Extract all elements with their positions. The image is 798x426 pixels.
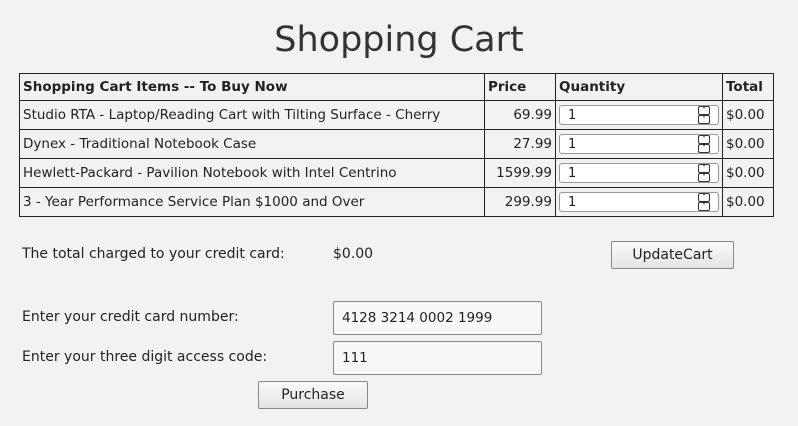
item-total: $0.00 xyxy=(722,158,774,188)
quantity-value[interactable]: 1 xyxy=(560,195,718,210)
item-total: $0.00 xyxy=(722,129,774,159)
access-code-label: Enter your three digit access code: xyxy=(22,349,268,365)
total-charged-label: The total charged to your credit card: xyxy=(22,246,285,262)
spin-buttons: ˄ ˅ xyxy=(698,193,710,211)
quantity-value[interactable]: 1 xyxy=(560,108,718,123)
chevron-down-icon[interactable]: ˅ xyxy=(698,202,710,211)
table-header-row: Shopping Cart Items -- To Buy Now Price … xyxy=(19,73,774,101)
spin-buttons: ˄ ˅ xyxy=(698,135,710,153)
chevron-up-icon[interactable]: ˄ xyxy=(698,164,710,173)
item-price: 27.99 xyxy=(484,129,556,159)
update-cart-button[interactable]: UpdateCart xyxy=(611,241,734,269)
table-row: 3 - Year Performance Service Plan $1000 … xyxy=(19,187,774,217)
chevron-down-icon[interactable]: ˅ xyxy=(698,115,710,124)
chevron-up-icon[interactable]: ˄ xyxy=(698,193,710,202)
quantity-value[interactable]: 1 xyxy=(560,166,718,181)
table-row: Dynex - Traditional Notebook Case 27.99 … xyxy=(19,129,774,159)
header-quantity: Quantity xyxy=(555,73,723,101)
chevron-up-icon[interactable]: ˄ xyxy=(698,135,710,144)
chevron-down-icon[interactable]: ˅ xyxy=(698,144,710,153)
quantity-stepper[interactable]: 1 ˄ ˅ xyxy=(559,134,719,154)
header-price: Price xyxy=(484,73,556,101)
quantity-stepper[interactable]: 1 ˄ ˅ xyxy=(559,105,719,125)
quantity-value[interactable]: 1 xyxy=(560,137,718,152)
chevron-down-icon[interactable]: ˅ xyxy=(698,173,710,182)
item-name: Dynex - Traditional Notebook Case xyxy=(19,129,485,159)
card-number-field[interactable] xyxy=(333,301,542,335)
purchase-button[interactable]: Purchase xyxy=(258,381,368,409)
item-total: $0.00 xyxy=(722,187,774,217)
table-row: Studio RTA - Laptop/Reading Cart with Ti… xyxy=(19,100,774,130)
quantity-stepper[interactable]: 1 ˄ ˅ xyxy=(559,192,719,212)
header-total: Total xyxy=(722,73,774,101)
cart-table: Shopping Cart Items -- To Buy Now Price … xyxy=(19,73,774,217)
page-title: Shopping Cart xyxy=(274,20,524,60)
total-charged-value: $0.00 xyxy=(333,246,374,262)
item-price: 299.99 xyxy=(484,187,556,217)
access-code-field[interactable] xyxy=(333,341,542,375)
quantity-stepper[interactable]: 1 ˄ ˅ xyxy=(559,163,719,183)
table-row: Hewlett-Packard - Pavilion Notebook with… xyxy=(19,158,774,188)
chevron-up-icon[interactable]: ˄ xyxy=(698,106,710,115)
card-number-label: Enter your credit card number: xyxy=(22,309,239,325)
header-items: Shopping Cart Items -- To Buy Now xyxy=(19,73,485,101)
quantity-cell: 1 ˄ ˅ xyxy=(555,158,723,188)
quantity-cell: 1 ˄ ˅ xyxy=(555,129,723,159)
quantity-cell: 1 ˄ ˅ xyxy=(555,100,723,130)
item-name: Studio RTA - Laptop/Reading Cart with Ti… xyxy=(19,100,485,130)
item-price: 69.99 xyxy=(484,100,556,130)
item-name: Hewlett-Packard - Pavilion Notebook with… xyxy=(19,158,485,188)
spin-buttons: ˄ ˅ xyxy=(698,106,710,124)
quantity-cell: 1 ˄ ˅ xyxy=(555,187,723,217)
item-total: $0.00 xyxy=(722,100,774,130)
item-price: 1599.99 xyxy=(484,158,556,188)
spin-buttons: ˄ ˅ xyxy=(698,164,710,182)
item-name: 3 - Year Performance Service Plan $1000 … xyxy=(19,187,485,217)
